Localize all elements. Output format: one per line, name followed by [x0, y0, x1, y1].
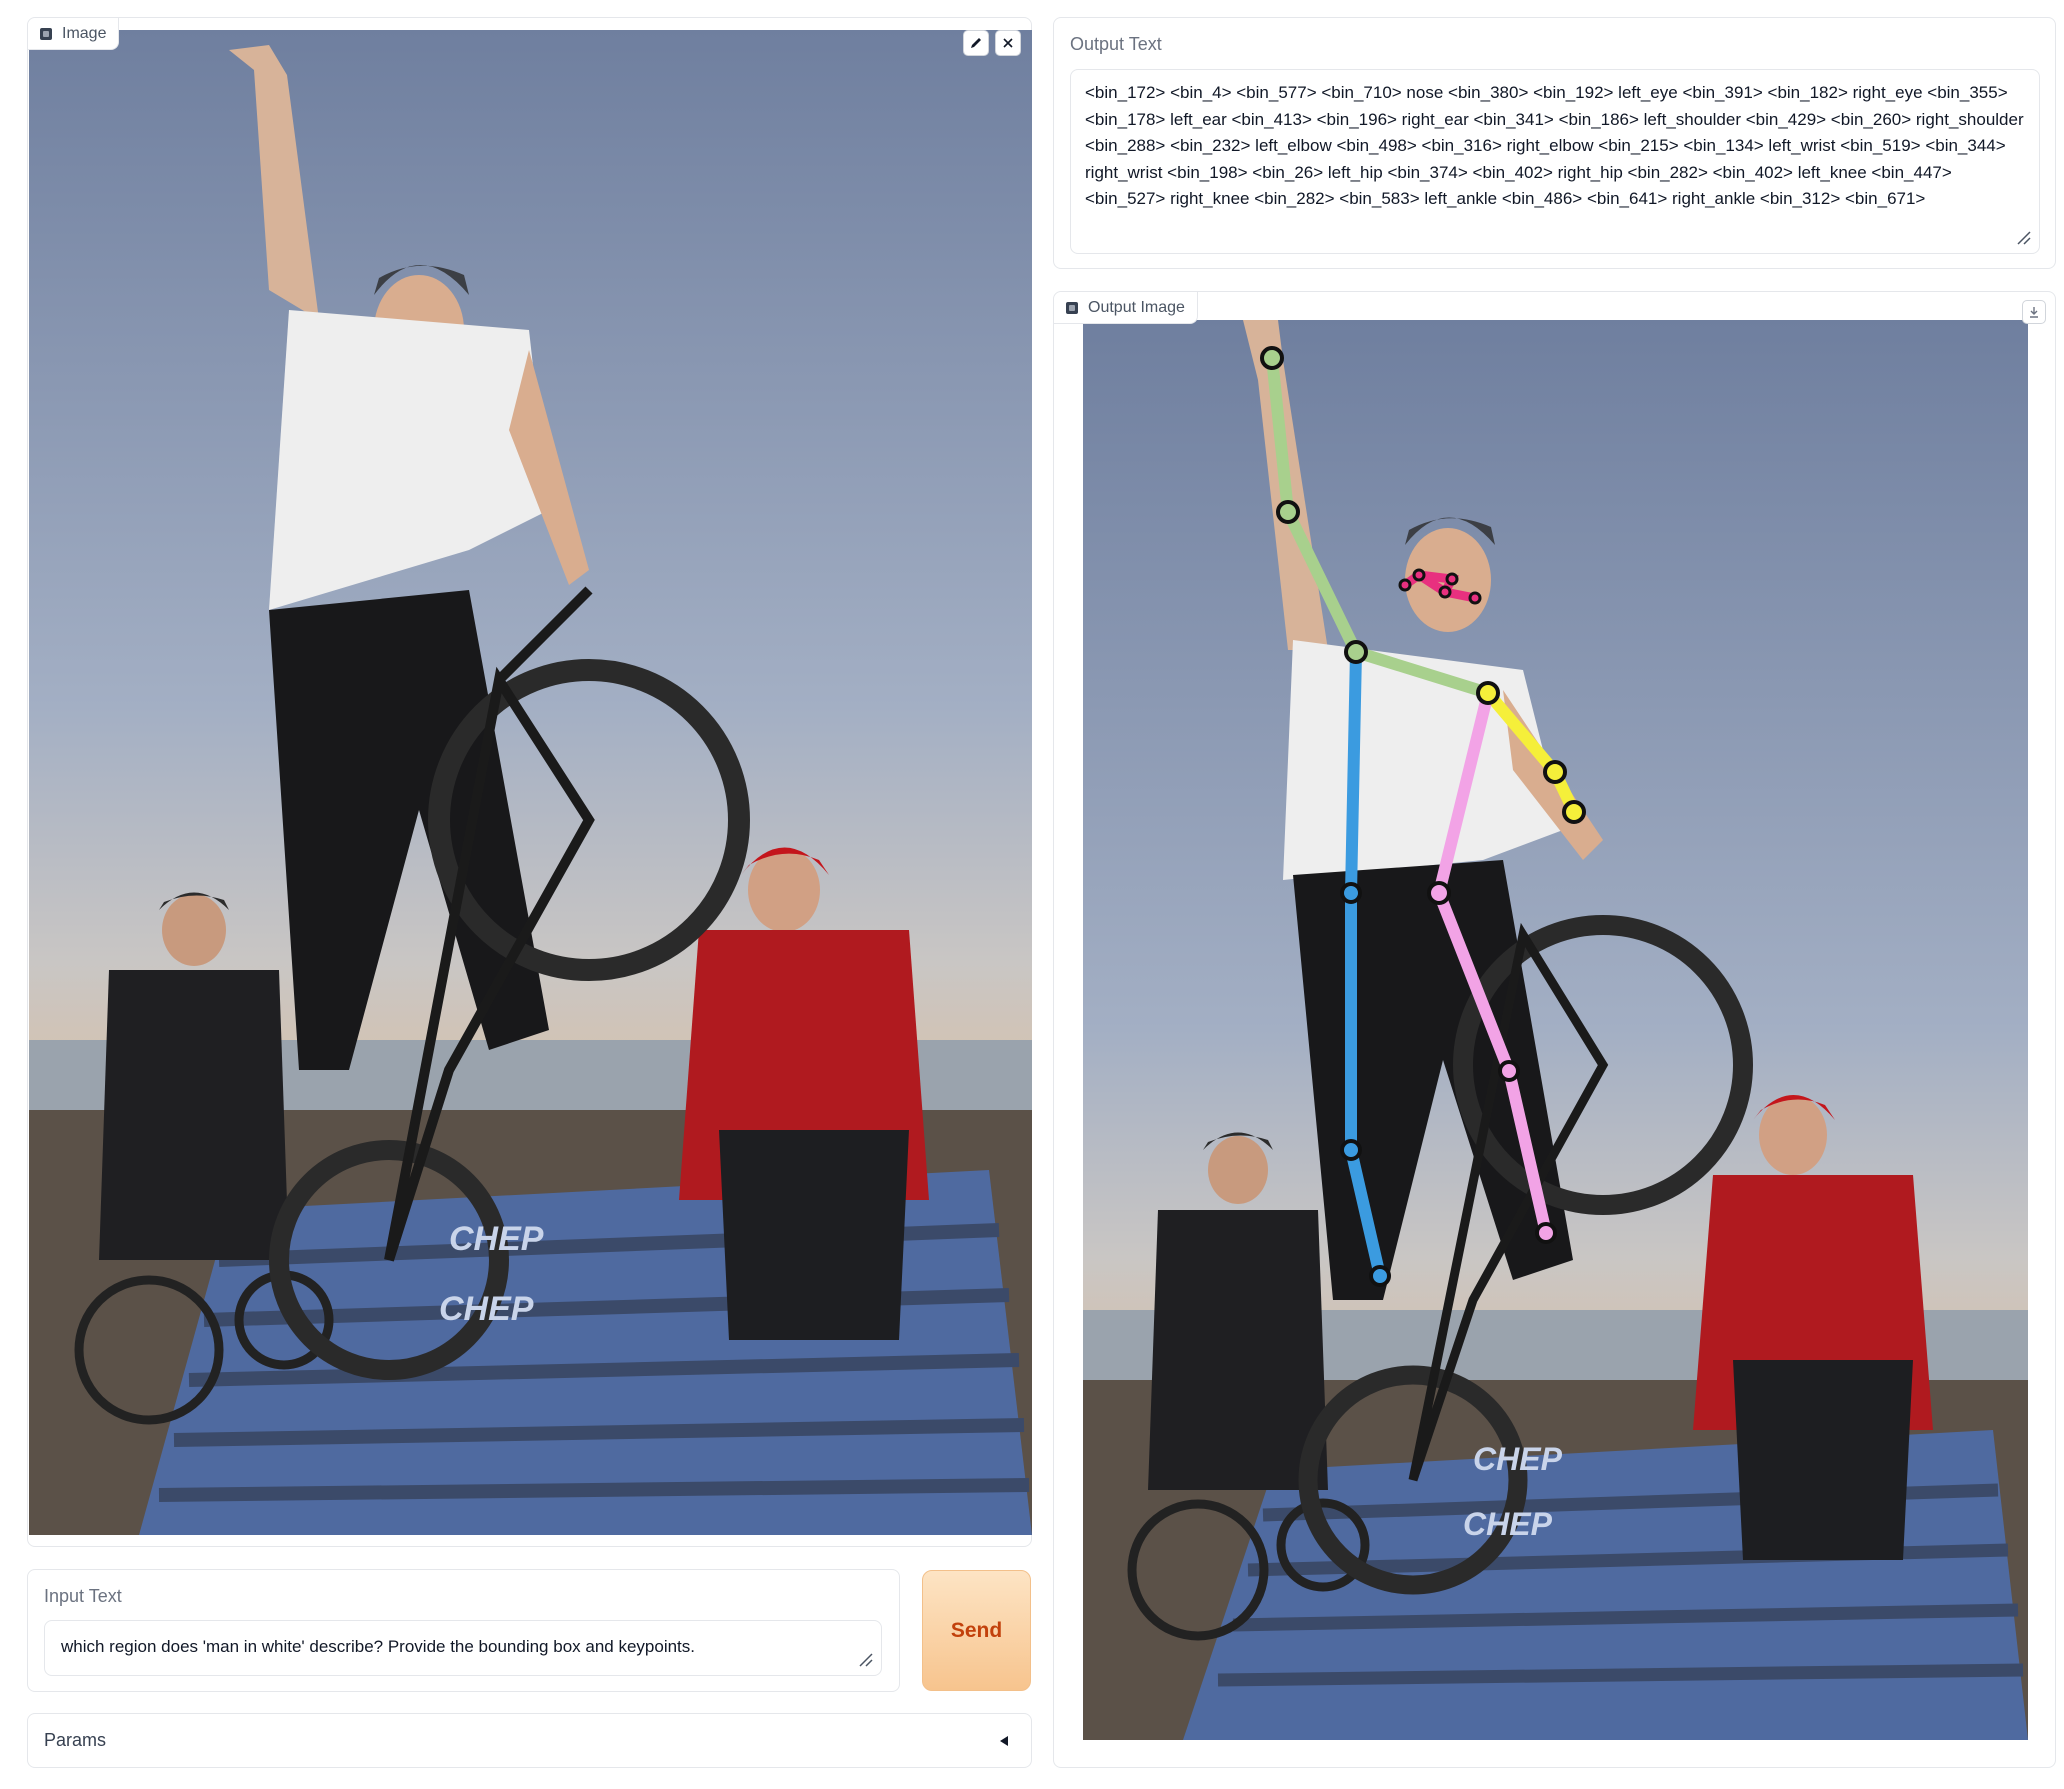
input-image-tag: Image	[28, 18, 120, 50]
output-image-label: Output Image	[1088, 298, 1185, 316]
svg-text:CHEP: CHEP	[449, 1220, 544, 1258]
keypoint-left-ear	[1468, 591, 1482, 605]
send-button[interactable]: Send	[922, 1570, 1031, 1691]
output-text-value: <bin_172> <bin_4> <bin_577> <bin_710> no…	[1085, 83, 2024, 208]
caret-left-icon[interactable]	[997, 1734, 1011, 1748]
keypoint-right-shoulder	[1344, 640, 1368, 664]
resize-handle-icon[interactable]	[2015, 229, 2031, 245]
input-text-label: Input Text	[44, 1586, 122, 1606]
resize-handle-icon[interactable]	[857, 1651, 873, 1667]
input-text-value: which region does 'man in white' describ…	[61, 1637, 695, 1656]
keypoint-nose	[1438, 585, 1452, 599]
input-text-panel: Input Text which region does 'man in whi…	[27, 1569, 900, 1692]
output-text-field[interactable]: <bin_172> <bin_4> <bin_577> <bin_710> no…	[1070, 69, 2040, 254]
keypoint-right-knee	[1340, 1139, 1362, 1161]
keypoint-right-elbow	[1276, 500, 1300, 524]
input-photo[interactable]: CHEP CHEP	[29, 30, 1032, 1535]
keypoint-left-ankle	[1535, 1222, 1557, 1244]
keypoint-left-hip	[1427, 881, 1451, 905]
output-text-label: Output Text	[1070, 34, 1162, 54]
keypoint-right-ear	[1398, 578, 1412, 592]
keypoint-right-eye	[1412, 568, 1426, 582]
output-image-tag: Output Image	[1054, 292, 1198, 324]
keypoint-left-eye	[1445, 572, 1459, 586]
svg-text:CHEP: CHEP	[439, 1290, 534, 1328]
params-label: Params	[44, 1730, 107, 1750]
input-text-field[interactable]: which region does 'man in white' describ…	[44, 1620, 882, 1676]
input-image-panel: Image CHEP CHEP	[27, 17, 1032, 1547]
input-image-label: Image	[62, 24, 107, 42]
download-icon[interactable]	[2022, 300, 2046, 324]
keypoint-left-wrist	[1562, 800, 1586, 824]
output-text-panel: Output Text <bin_172> <bin_4> <bin_577> …	[1053, 17, 2056, 269]
keypoint-right-wrist	[1260, 346, 1284, 370]
close-icon[interactable]	[995, 30, 1021, 56]
keypoint-left-elbow	[1543, 760, 1567, 784]
params-accordion[interactable]: Params	[27, 1713, 1032, 1768]
svg-text:CHEP: CHEP	[1463, 1506, 1553, 1542]
output-image-panel: Output Image CHEP CHEP	[1053, 291, 2056, 1768]
output-photo[interactable]: CHEP CHEP	[1083, 320, 2028, 1740]
svg-text:CHEP: CHEP	[1473, 1441, 1563, 1477]
keypoint-left-shoulder	[1476, 681, 1500, 705]
image-icon	[40, 27, 52, 40]
image-icon	[1066, 301, 1078, 314]
pencil-icon[interactable]	[963, 30, 989, 56]
keypoint-right-ankle	[1369, 1265, 1391, 1287]
keypoint-left-knee	[1498, 1060, 1520, 1082]
keypoint-right-hip	[1340, 882, 1362, 904]
